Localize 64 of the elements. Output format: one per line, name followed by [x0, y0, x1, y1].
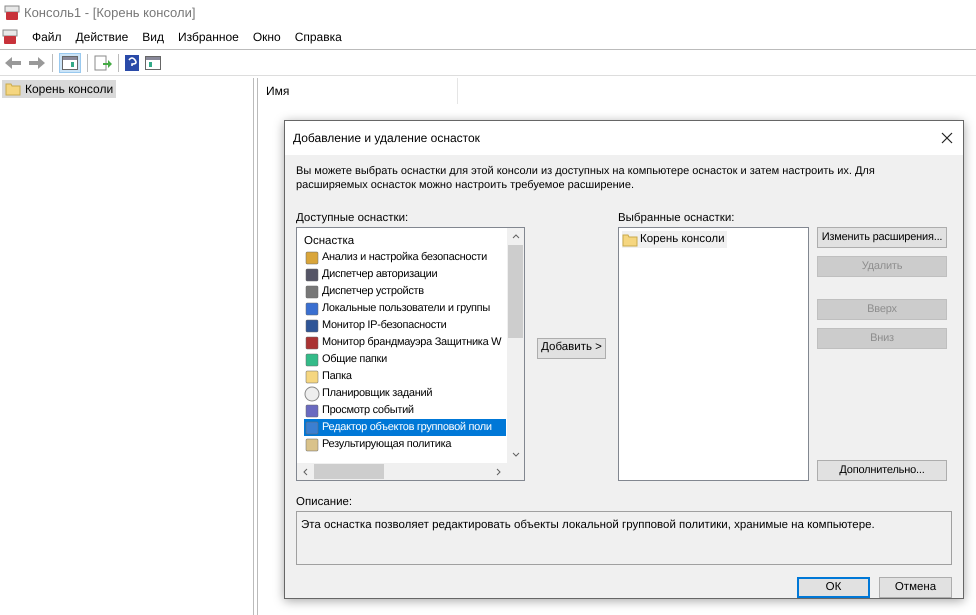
description-label: Описание: [296, 495, 354, 509]
menu-item[interactable]: Избранное [178, 28, 239, 46]
menu-item[interactable]: Действие [76, 28, 128, 46]
scrollbar-thumb[interactable] [314, 464, 384, 479]
column-header[interactable]: Оснастка [304, 228, 506, 249]
snapin-icon [304, 250, 320, 266]
menu-item[interactable]: Вид [142, 28, 164, 46]
available-label: Доступные оснастки: [296, 211, 410, 225]
snapin-icon [304, 436, 320, 452]
window-title: Консоль1 - [Корень консоли] [24, 4, 196, 22]
cancel-button[interactable]: Отмена [879, 577, 952, 598]
selected-item[interactable]: Корень консоли [622, 231, 726, 248]
snapin-item[interactable]: Редактор объектов групповой поли [304, 419, 506, 436]
snapin-icon [304, 266, 320, 282]
menu-item[interactable]: Справка [294, 28, 342, 46]
snapin-icon [304, 402, 320, 418]
selected-label: Выбранные оснастки: [618, 211, 736, 225]
panel-icon[interactable] [145, 56, 161, 70]
forward-arrow-icon[interactable] [28, 56, 46, 70]
app-icon [4, 4, 20, 20]
scrollbar-thumb[interactable] [508, 245, 523, 338]
description-box: Эта оснастка позволяет редактировать объекты локальной групповой политики, хранимые на компьютере. [296, 511, 952, 565]
panel-icon [62, 56, 78, 70]
dialog-title: Добавление и удаление оснасток [293, 130, 480, 147]
snapin-item[interactable]: Монитор IP-безопасности [304, 317, 506, 334]
snapin-icon [304, 368, 320, 384]
column-header[interactable]: Имя [258, 78, 458, 104]
snapin-item[interactable]: Локальные пользователи и группы [304, 300, 506, 317]
tree-toggle-button[interactable] [59, 52, 81, 72]
action-button[interactable]: Изменить расширения... [817, 227, 947, 248]
vertical-scrollbar[interactable] [507, 228, 524, 463]
folder-icon [622, 232, 638, 246]
close-icon[interactable] [941, 132, 953, 144]
menu-item[interactable]: Окно [252, 28, 281, 46]
add-button[interactable]: Добавить > [537, 338, 606, 358]
snapin-item[interactable]: Планировщик заданий [304, 385, 506, 402]
app-menu-icon [2, 29, 18, 45]
snapin-item[interactable]: Монитор брандмауэра Защитника W [304, 334, 506, 351]
snapin-item[interactable]: Результирующая политика [304, 436, 506, 453]
action-button[interactable]: Дополнительно... [817, 460, 947, 481]
snapin-icon [304, 420, 320, 436]
menu-item[interactable]: Файл [32, 28, 62, 46]
horizontal-scrollbar[interactable] [297, 463, 524, 480]
export-list-icon[interactable] [94, 54, 112, 70]
ok-button[interactable]: ОК [797, 577, 870, 598]
snapin-item[interactable]: Просмотр событий [304, 402, 506, 419]
intro-text: Вы можете выбрать оснастки для этой консоли из доступных на компьютере оснасток и затем настроить их. Для расширяемых оснасток можно настроить требуемое расширение. [296, 164, 876, 192]
snapin-item[interactable]: Анализ и настройка безопасности [304, 249, 506, 266]
help-icon[interactable] [125, 54, 139, 70]
snapin-icon [304, 334, 320, 350]
snapin-icon [304, 386, 320, 402]
selected-list[interactable]: Корень консоли [618, 227, 809, 481]
snapin-item[interactable]: Диспетчер устройств [304, 283, 506, 300]
back-arrow-icon[interactable] [4, 56, 22, 70]
snapin-icon [304, 318, 320, 334]
folder-icon [5, 82, 21, 96]
snapin-item[interactable]: Диспетчер авторизации [304, 266, 506, 283]
snapin-icon [304, 284, 320, 300]
snapin-item[interactable]: Общие папки [304, 351, 506, 368]
snapin-item[interactable]: Папка [304, 368, 506, 385]
snapin-icon [304, 300, 320, 316]
tree-item[interactable]: Корень консоли [2, 80, 116, 98]
available-list[interactable] [296, 227, 525, 481]
snapin-icon [304, 352, 320, 368]
